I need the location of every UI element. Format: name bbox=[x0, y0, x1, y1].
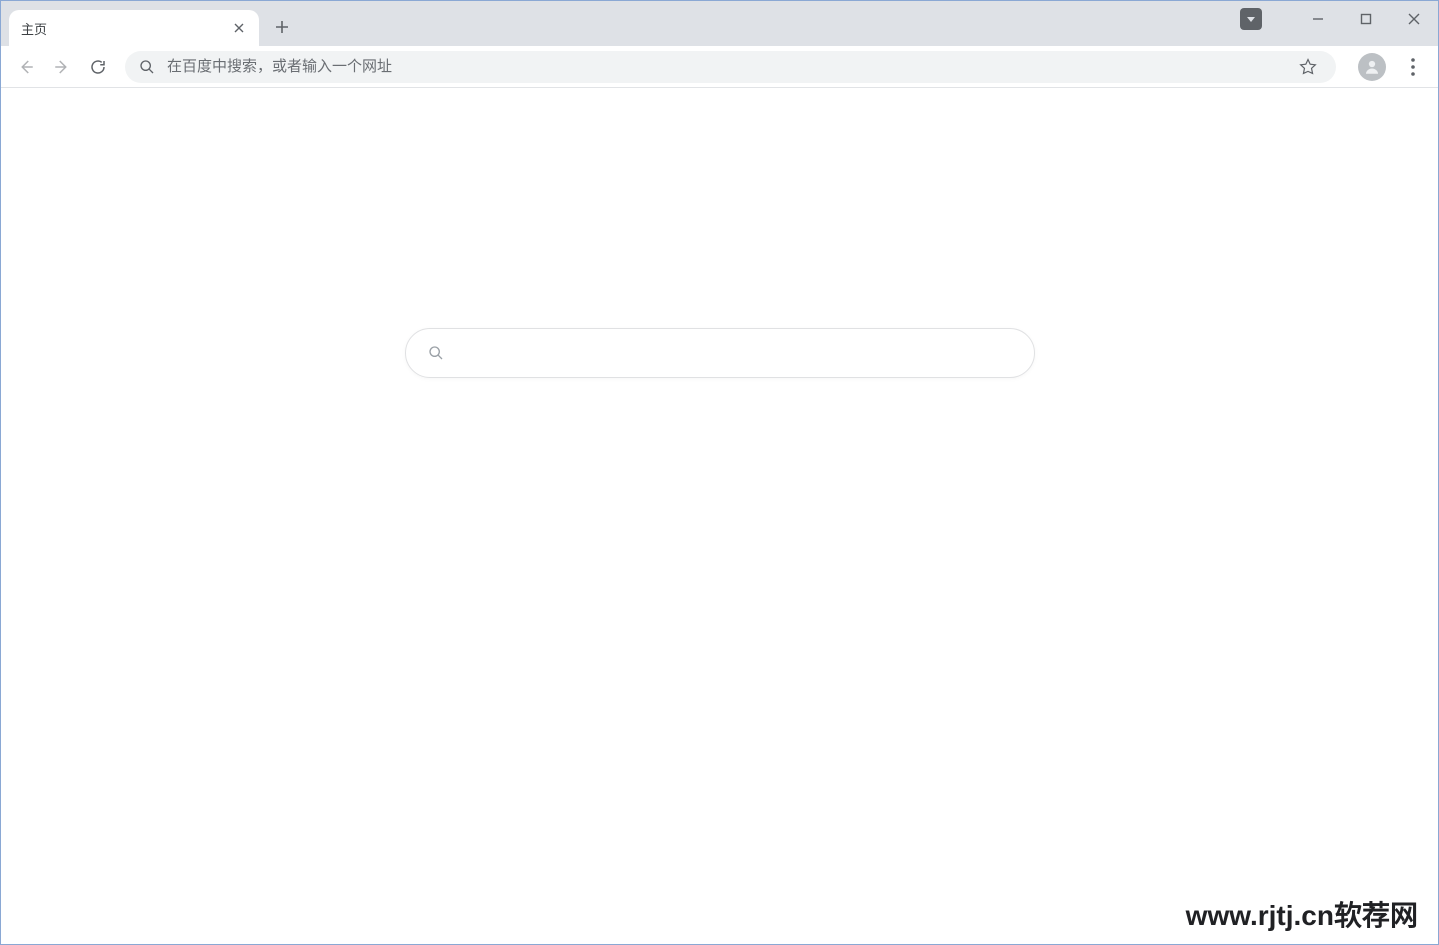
arrow-right-icon bbox=[53, 58, 71, 76]
page-content: www.rjtj.cn软荐网 bbox=[1, 88, 1438, 944]
bookmark-button[interactable] bbox=[1294, 53, 1322, 81]
omnibox-input[interactable] bbox=[167, 58, 1294, 75]
minimize-button[interactable] bbox=[1294, 4, 1342, 34]
close-icon bbox=[234, 23, 244, 33]
close-icon bbox=[1408, 13, 1420, 25]
close-tab-button[interactable] bbox=[231, 20, 247, 36]
maximize-button[interactable] bbox=[1342, 4, 1390, 34]
watermark-text: www.rjtj.cn软荐网 bbox=[1186, 894, 1418, 934]
close-window-button[interactable] bbox=[1390, 4, 1438, 34]
center-search-input[interactable] bbox=[458, 344, 1012, 362]
tab-strip: 主页 bbox=[1, 1, 1438, 46]
plus-icon bbox=[275, 20, 289, 34]
center-search-box[interactable] bbox=[405, 328, 1035, 378]
minimize-icon bbox=[1312, 13, 1324, 25]
reload-icon bbox=[89, 58, 107, 76]
triangle-down-icon bbox=[1245, 13, 1257, 25]
browser-menu-button[interactable] bbox=[1398, 52, 1428, 82]
person-icon bbox=[1363, 58, 1381, 76]
reload-button[interactable] bbox=[83, 52, 113, 82]
search-icon bbox=[139, 59, 155, 75]
new-tab-button[interactable] bbox=[267, 12, 297, 42]
tab-active[interactable]: 主页 bbox=[9, 10, 259, 46]
tab-title: 主页 bbox=[21, 19, 231, 38]
window-controls bbox=[1240, 1, 1438, 37]
star-icon bbox=[1299, 58, 1317, 76]
arrow-left-icon bbox=[17, 58, 35, 76]
maximize-icon bbox=[1360, 13, 1372, 25]
back-button[interactable] bbox=[11, 52, 41, 82]
extension-dropdown-button[interactable] bbox=[1240, 8, 1262, 30]
profile-button[interactable] bbox=[1358, 53, 1386, 81]
toolbar bbox=[1, 46, 1438, 88]
more-vertical-icon bbox=[1411, 58, 1415, 76]
search-icon bbox=[428, 345, 444, 361]
forward-button[interactable] bbox=[47, 52, 77, 82]
address-bar[interactable] bbox=[125, 51, 1336, 83]
